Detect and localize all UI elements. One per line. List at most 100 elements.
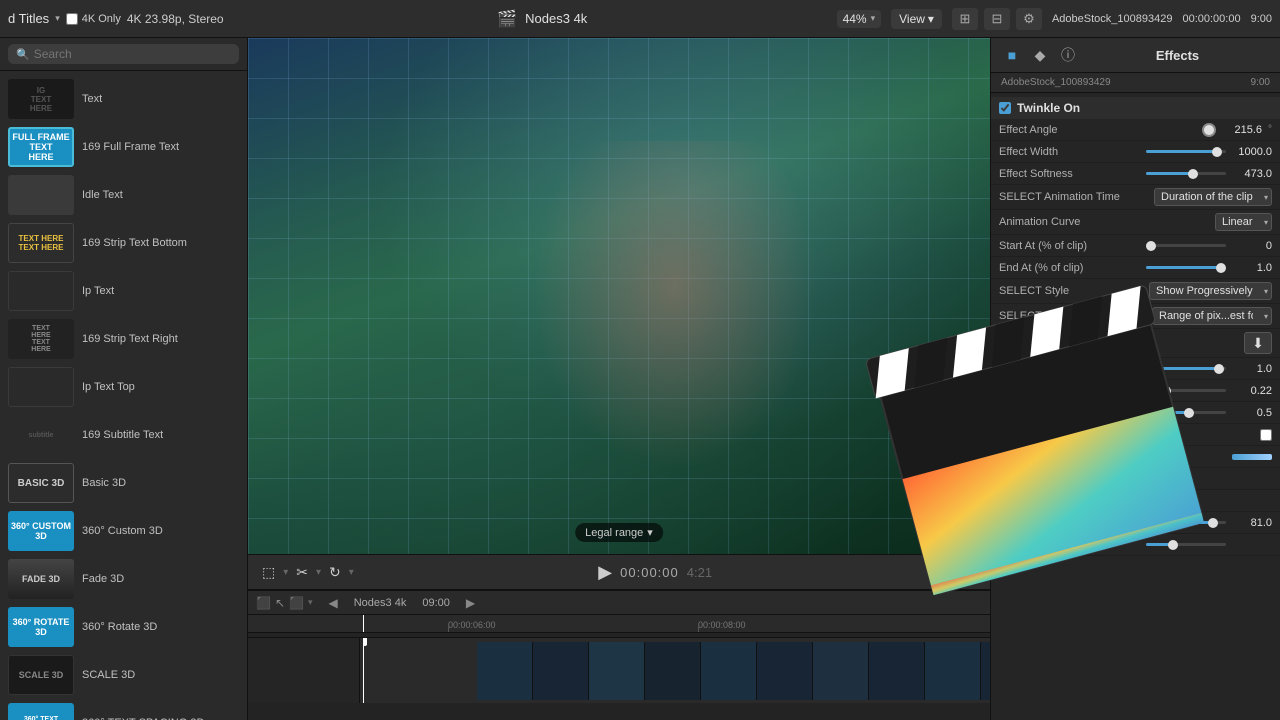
film-frame [813,642,869,700]
info-panel-button[interactable]: ⓘ [1057,44,1079,66]
film-frame [757,642,813,700]
4k-only-label[interactable]: 4K Only [66,13,121,25]
param-value-area [1129,429,1272,441]
top-timecode: 00:00:00:00 [1182,13,1240,25]
play-button[interactable]: ▶ [598,562,612,583]
light-rays-checkbox[interactable] [1260,429,1272,441]
list-item[interactable]: Ip Text [0,267,247,315]
color-panel-button[interactable]: ◆ [1029,44,1051,66]
playhead-track [363,638,364,703]
list-item[interactable]: 360° TEXT SPACING 3D 360° TEXT SPACING 3… [0,699,247,720]
list-item[interactable]: 360° ROTATE 3D 360° Rotate 3D [0,603,247,651]
param-row-light-rays: Light Rays [991,424,1280,446]
list-item[interactable]: BASIC 3D Basic 3D [0,459,247,507]
slider-thumb [1214,364,1224,374]
style-dropdown[interactable]: Show Progressively ▾ [1149,282,1272,300]
effects-panel-button[interactable]: ■ [1001,44,1023,66]
param-row-glow-strength: Glow Strength [991,534,1280,556]
settings-button[interactable]: ⚙ [1016,8,1042,30]
4k-only-checkbox[interactable] [66,13,78,25]
param-label: Light Rays [999,429,1129,441]
timeline-back-button[interactable]: ⬛ [256,596,271,610]
angle-knob[interactable] [1202,123,1216,137]
glow-strength-slider[interactable] [1146,543,1226,546]
video-background [248,38,990,554]
list-view-button[interactable]: ⊟ [984,8,1010,30]
template-thumb-selected: FULL FRAMETEXTHERE [8,127,74,167]
source-dropdown[interactable]: Range of pix...est for video) ▾ [1152,307,1272,325]
template-label: Ip Text Top [82,380,135,394]
list-item[interactable]: subtitle 169 Subtitle Text [0,411,247,459]
source-select[interactable]: Range of pix...est for video) [1152,307,1272,325]
template-label: Fade 3D [82,572,124,586]
film-frame [869,642,925,700]
effects-button[interactable]: ↻ [327,562,343,583]
search-input[interactable] [34,47,231,61]
slider-thumb [1161,386,1171,396]
timeline-blade-button[interactable]: ⬛ [289,596,304,610]
template-label: SCALE 3D [82,668,135,682]
audio-button[interactable]: 🔊 [957,562,978,583]
zoom-value: 44% [843,12,867,26]
list-item[interactable]: Idle Text [0,171,247,219]
timeline-prev-button[interactable]: ◀ [329,596,338,610]
value-slider[interactable] [1146,367,1226,370]
list-item[interactable]: 360° CUSTOM 3D 360° Custom 3D [0,507,247,555]
param-row-effect-angle: Effect Angle 215.6 ° [991,119,1280,141]
list-item[interactable]: FULL FRAMETEXTHERE 169 Full Frame Text [0,123,247,171]
transform-button[interactable]: ✂ [294,562,310,583]
slider-fill [1146,172,1190,175]
timeline-next-button[interactable]: ▶ [466,596,475,610]
list-item[interactable]: Ip Text Top [0,363,247,411]
param-value-area: 0 [1129,240,1272,252]
mask-add-button[interactable]: ⬇ [1244,332,1272,354]
timeline-cursor-button[interactable]: ↖ [275,596,285,610]
library-chevron-icon[interactable]: ▾ [55,13,60,24]
effect-width-slider[interactable] [1146,150,1226,153]
legal-range-badge[interactable]: Legal range ▾ [575,523,663,542]
playback-bar: ⬚ ▾ ✂ ▾ ↻ ▾ ▶ 00:00:00 4:21 🔊 [248,554,990,590]
end-at-slider[interactable] [1146,266,1226,269]
list-item[interactable]: TEXT HERE TEXT HERE 169 Strip Text Botto… [0,219,247,267]
template-label: Idle Text [82,188,123,202]
param-value-area [1129,454,1272,460]
param-value-area: 1.0 [1129,363,1272,375]
effect-enabled-checkbox[interactable] [999,102,1011,114]
crop-button[interactable]: ⬚ [260,562,277,583]
library-title: d Titles [8,11,49,26]
animation-time-dropdown[interactable]: Duration of the clip ▾ [1154,188,1272,206]
style-select[interactable]: Show Progressively [1149,282,1272,300]
list-item[interactable]: TEXTHERETEXTHERE 169 Strip Text Right [0,315,247,363]
ruler-mark-2: 00:00:08:00 [698,620,746,630]
list-item[interactable]: SCALE 3D SCALE 3D [0,651,247,699]
right-panel-header: ■ ◆ ⓘ Effects [991,38,1280,73]
slider-thumb [1212,147,1222,157]
param-value: 0 [1232,240,1272,252]
param-label: Value [999,363,1129,375]
param-value: 1.0 [1232,262,1272,274]
zoom-control[interactable]: 44% ▾ [837,10,882,28]
video-track [248,637,990,703]
tl-chevron-icon: ▾ [308,597,313,608]
grid-view-button[interactable]: ⊞ [952,8,978,30]
track-label-area [248,638,360,703]
animation-curve-select[interactable]: Linear [1215,213,1272,231]
pb-right: 🔊 [957,562,978,583]
effect-softness-slider[interactable] [1146,172,1226,175]
effects-content: Twinkle On Effect Angle 215.6 ° Effect W… [991,93,1280,720]
animation-time-select[interactable]: Duration of the clip [1154,188,1272,206]
center-area: Legal range ▾ ⬚ ▾ ✂ ▾ ↻ ▾ ▶ 00:00:00 4:2… [248,38,990,720]
timeline-ruler[interactable]: 00:00:06:00 00:00:08:00 [248,615,990,633]
param-row-value: Value 1.0 [991,358,1280,380]
view-button[interactable]: View ▾ [891,9,942,29]
aperture-slider[interactable] [1146,389,1226,392]
list-item[interactable]: FADE 3D Fade 3D [0,555,247,603]
softness-slider[interactable] [1146,411,1226,414]
zoom-chevron-icon[interactable]: ▾ [871,13,876,24]
start-at-slider[interactable] [1146,244,1226,247]
animation-curve-dropdown[interactable]: Linear ▾ [1215,213,1272,231]
template-label: 360° TEXT SPACING 3D [82,716,204,720]
value2-slider[interactable] [1146,521,1226,524]
list-item[interactable]: IGTEXTHERE Text [0,75,247,123]
param-label: Effect Softness [999,168,1129,180]
